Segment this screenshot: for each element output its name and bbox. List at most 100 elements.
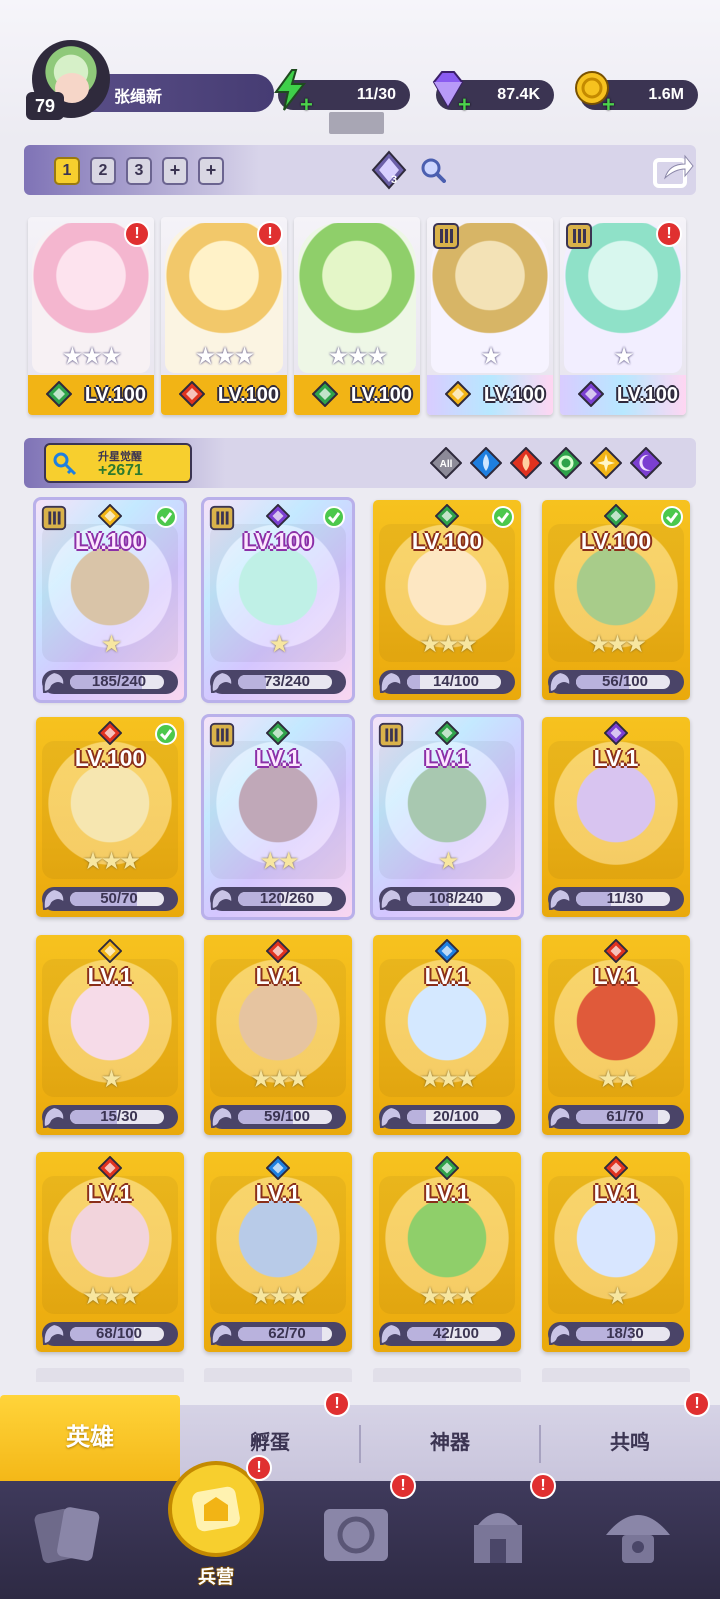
bottom-nav: ! ! (0, 1473, 720, 1599)
water-element-icon (265, 1155, 291, 1181)
hero-card[interactable]: LV.100 ★★★ 56/100 (542, 500, 690, 700)
tab-heroes[interactable]: 英雄 (0, 1395, 180, 1481)
gem-value: 87.4K (497, 86, 540, 103)
nature-element-icon (45, 380, 73, 408)
hero-stars: ★ (100, 1066, 123, 1093)
add-team-button[interactable]: + (162, 157, 188, 185)
filter-fire-icon[interactable] (510, 447, 542, 479)
hero-level: LV.100 (411, 528, 483, 554)
shard-progress: 56/100 (548, 670, 684, 694)
shard-progress: 185/240 (42, 670, 178, 694)
team-tab-3[interactable]: 3 (126, 157, 152, 185)
team-hero-card[interactable]: ★★★ LV.100 ! (28, 217, 154, 415)
team-gem-count: 3 (391, 174, 397, 186)
hero-level: LV.1 (87, 963, 133, 989)
hero-card[interactable]: LV.100 ★ 185/240 (33, 497, 187, 703)
hero-card[interactable]: LV.1 ★ 18/30 (542, 1152, 690, 1352)
hero-card[interactable]: LV.100 ★★★ 14/100 (373, 500, 521, 700)
energy-counter[interactable]: + 11/30 (274, 69, 410, 117)
hero-card[interactable]: LV.1 ★★ 61/70 (542, 935, 690, 1135)
shard-progress: 59/100 (210, 1105, 346, 1129)
add-gold-icon[interactable]: + (602, 92, 615, 118)
shard-count: 59/100 (264, 1108, 310, 1125)
shard-progress: 18/30 (548, 1322, 684, 1346)
alert-badge: ! (124, 221, 150, 247)
water-element-icon (434, 938, 460, 964)
nav-barracks[interactable]: 兵营 ! (160, 1455, 272, 1599)
hero-card[interactable]: LV.1 ★ 15/30 (36, 935, 184, 1135)
tab-artifacts[interactable]: 神器 (360, 1405, 540, 1481)
hero-stars: ★ (100, 631, 123, 658)
shard-icon (379, 1105, 403, 1129)
team-hero-card[interactable]: ★ LV.100 ! (560, 217, 686, 415)
shard-count: 68/100 (96, 1325, 142, 1342)
hero-card[interactable]: LV.100 ★ 73/240 (201, 497, 355, 703)
hero-card-peek (204, 1368, 352, 1382)
player-level-badge: 79 (26, 92, 64, 120)
hero-stars: ★★★ (327, 343, 389, 370)
fire-element-icon (603, 1155, 629, 1181)
shard-progress: 108/240 (379, 887, 515, 911)
temple-icon[interactable] (458, 1495, 538, 1575)
filter-water-icon[interactable] (470, 447, 502, 479)
hero-stars: ★ (480, 343, 502, 370)
awaken-button[interactable]: 升星觉醒 +2671 (44, 443, 192, 483)
share-icon[interactable] (651, 150, 695, 190)
shard-icon (42, 1105, 66, 1129)
shard-icon (42, 670, 66, 694)
mushroom-house-icon[interactable] (598, 1495, 678, 1575)
team-hero-card[interactable]: ★★★ LV.100 ! (161, 217, 287, 415)
shard-count: 120/260 (259, 890, 315, 907)
shard-progress: 62/70 (210, 1322, 346, 1346)
cards-icon[interactable] (28, 1495, 108, 1575)
shard-icon (210, 887, 234, 911)
dark-element-icon (265, 503, 291, 529)
team-tab-1[interactable]: 1 (54, 157, 80, 185)
filter-light-icon[interactable] (590, 447, 622, 479)
hero-card[interactable]: LV.1 ★★★ 62/70 (204, 1152, 352, 1352)
dark-element-icon (603, 720, 629, 746)
filter-dark-icon[interactable] (630, 447, 662, 479)
team-gem-icon[interactable]: 3 (369, 150, 409, 190)
add-gems-icon[interactable]: + (458, 92, 471, 118)
shard-count: 15/30 (100, 1108, 138, 1125)
nature-element-icon (434, 1155, 460, 1181)
pull-tab[interactable] (329, 112, 384, 134)
hero-card[interactable]: LV.100 ★★★ 50/70 (36, 717, 184, 917)
hero-level: LV.1 (255, 745, 301, 771)
add-team-button-2[interactable]: + (198, 157, 224, 185)
gem-counter[interactable]: + 87.4K (432, 71, 554, 117)
hero-level: LV.100 (74, 528, 146, 554)
team-tab-2[interactable]: 2 (90, 157, 116, 185)
shard-count: 62/70 (268, 1325, 306, 1342)
alert-badge: ! (257, 221, 283, 247)
hero-card-peek (542, 1368, 690, 1382)
filter-nature-icon[interactable] (550, 447, 582, 479)
hero-card[interactable]: LV.1 11/30 (542, 717, 690, 917)
hero-card-peek (373, 1368, 521, 1382)
gold-value: 1.6M (648, 86, 684, 103)
shard-count: 11/30 (606, 890, 644, 907)
hero-card[interactable]: LV.1 ★★ 120/260 (201, 714, 355, 920)
hero-card[interactable]: LV.1 ★★★ 68/100 (36, 1152, 184, 1352)
shard-count: 14/100 (433, 673, 479, 690)
team-hero-card[interactable]: ★ LV.100 (427, 217, 553, 415)
hero-stars: ★★★ (419, 1283, 478, 1310)
gold-counter[interactable]: + 1.6M (575, 71, 698, 117)
hero-card[interactable]: LV.1 ★★★ 59/100 (204, 935, 352, 1135)
nature-element-icon (434, 720, 460, 746)
shard-icon (379, 670, 403, 694)
map-book-icon[interactable] (316, 1495, 396, 1575)
hatch-alert-badge: ! (324, 1391, 350, 1417)
hero-card[interactable]: LV.1 ★ 108/240 (370, 714, 524, 920)
shard-progress: 15/30 (42, 1105, 178, 1129)
shard-count: 108/240 (428, 890, 484, 907)
team-hero-card[interactable]: ★★★ LV.100 (294, 217, 420, 415)
filter-all-icon[interactable]: All (430, 447, 462, 479)
nature-element-icon (311, 380, 339, 408)
search-icon[interactable] (420, 157, 446, 183)
shard-icon (379, 1322, 403, 1346)
hero-card[interactable]: LV.1 ★★★ 20/100 (373, 935, 521, 1135)
hero-card[interactable]: LV.1 ★★★ 42/100 (373, 1152, 521, 1352)
add-energy-icon[interactable]: + (300, 92, 313, 118)
